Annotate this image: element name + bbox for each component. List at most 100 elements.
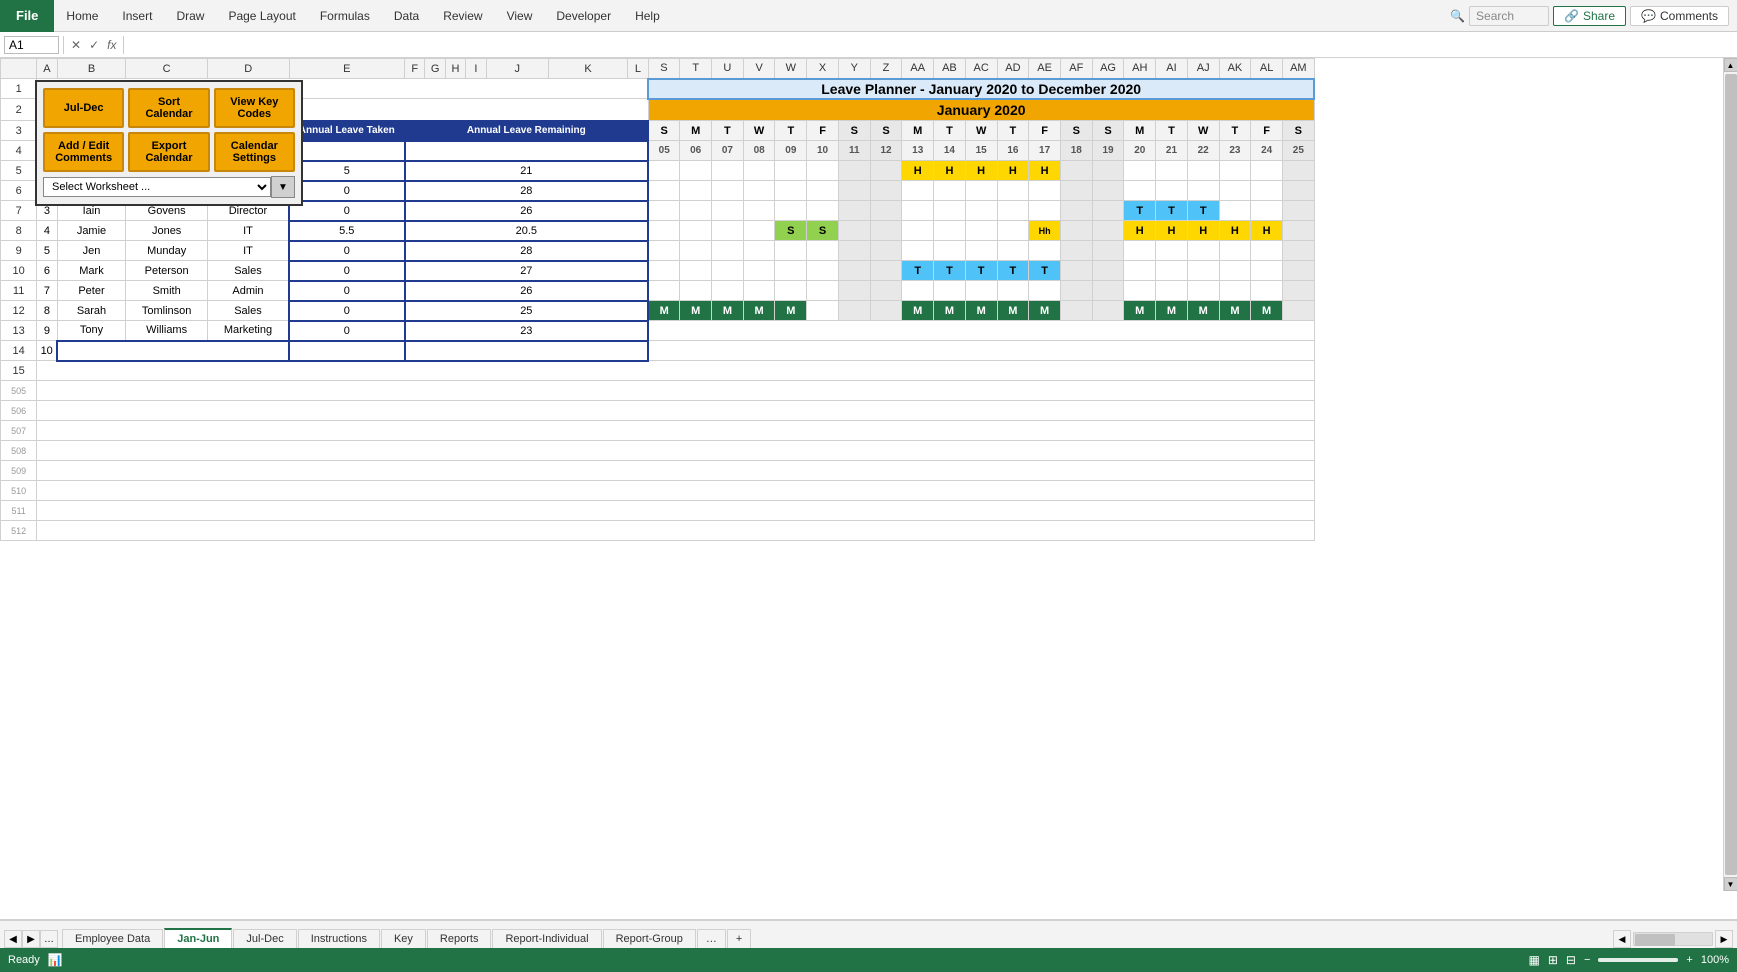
tab-data[interactable]: Data — [382, 0, 431, 32]
r8c20-H[interactable]: H — [1124, 221, 1156, 241]
tab-home[interactable]: Home — [54, 0, 110, 32]
r5c09[interactable] — [775, 161, 807, 181]
r12c09-M[interactable]: M — [775, 301, 807, 321]
r5c23[interactable] — [1219, 161, 1251, 181]
col-header-S1[interactable]: S — [648, 59, 680, 79]
scroll-up-arrow[interactable]: ▲ — [1724, 58, 1737, 72]
r12c06-M[interactable]: M — [680, 301, 712, 321]
confirm-formula-icon[interactable]: ✓ — [86, 38, 102, 52]
r8c21-H[interactable]: H — [1156, 221, 1188, 241]
worksheet-dropdown[interactable]: Select Worksheet ... — [43, 177, 271, 197]
tab-insert[interactable]: Insert — [110, 0, 164, 32]
col-header-AJ[interactable]: AJ — [1187, 59, 1219, 79]
r12c08-M[interactable]: M — [743, 301, 775, 321]
r5c21[interactable] — [1156, 161, 1188, 181]
col-header-K[interactable]: K — [548, 59, 627, 79]
col-header-I[interactable]: I — [466, 59, 486, 79]
r5c20[interactable] — [1124, 161, 1156, 181]
r12c13-M[interactable]: M — [902, 301, 934, 321]
view-key-codes-button[interactable]: View Key Codes — [214, 88, 295, 128]
dropdown-arrow-icon[interactable]: ▼ — [271, 176, 295, 198]
export-calendar-button[interactable]: Export Calendar — [128, 132, 209, 172]
r12c17-M[interactable]: M — [1029, 301, 1061, 321]
col-header-L[interactable]: L — [628, 59, 648, 79]
r5c17[interactable]: H — [1029, 161, 1061, 181]
r12c07-M[interactable]: M — [712, 301, 744, 321]
zoom-slider[interactable] — [1598, 958, 1678, 962]
share-button[interactable]: 🔗Share — [1553, 6, 1626, 26]
col-header-AF[interactable]: AF — [1060, 59, 1092, 79]
col-header-E[interactable]: E — [289, 59, 405, 79]
tab-key[interactable]: Key — [381, 929, 426, 948]
col-header-AI[interactable]: AI — [1156, 59, 1188, 79]
file-tab[interactable]: File — [0, 0, 54, 32]
r5c05[interactable] — [648, 161, 680, 181]
tab-formulas[interactable]: Formulas — [308, 0, 382, 32]
r12c15-M[interactable]: M — [965, 301, 997, 321]
col-header-AM[interactable]: AM — [1282, 59, 1314, 79]
r5c25[interactable] — [1282, 161, 1314, 181]
vertical-scrollbar[interactable]: ▲ ▼ — [1723, 58, 1737, 891]
tab-more-button[interactable]: … — [40, 930, 58, 948]
calendar-settings-button[interactable]: Calendar Settings — [214, 132, 295, 172]
col-header-AH[interactable]: AH — [1124, 59, 1156, 79]
r10c15-T[interactable]: T — [965, 261, 997, 281]
r8c09-S[interactable]: S — [775, 221, 807, 241]
scroll-thumb[interactable] — [1725, 74, 1737, 875]
r8c22-H[interactable]: H — [1187, 221, 1219, 241]
r5c24[interactable] — [1251, 161, 1283, 181]
r7c20-T[interactable]: T — [1124, 201, 1156, 221]
col-header-B[interactable]: B — [57, 59, 126, 79]
r12c14-M[interactable]: M — [934, 301, 966, 321]
col-header-U[interactable]: U — [712, 59, 744, 79]
tab-help[interactable]: Help — [623, 0, 672, 32]
r5c15[interactable]: H — [965, 161, 997, 181]
formula-input[interactable] — [128, 38, 1733, 52]
tab-developer[interactable]: Developer — [544, 0, 623, 32]
zoom-in-icon[interactable]: + — [1686, 954, 1692, 966]
tab-prev-button[interactable]: ◀ — [4, 930, 22, 948]
r10c14-T[interactable]: T — [934, 261, 966, 281]
r7c21-T[interactable]: T — [1156, 201, 1188, 221]
sheet-scrollbar-track[interactable] — [1633, 932, 1713, 946]
col-header-Y[interactable]: Y — [838, 59, 870, 79]
tab-instructions[interactable]: Instructions — [298, 929, 380, 948]
zoom-out-icon[interactable]: − — [1584, 954, 1590, 966]
col-header-Z[interactable]: Z — [870, 59, 902, 79]
tab-reports[interactable]: Reports — [427, 929, 492, 948]
r5c14[interactable]: H — [934, 161, 966, 181]
col-header-F[interactable]: F — [405, 59, 425, 79]
col-header-AK[interactable]: AK — [1219, 59, 1251, 79]
sort-calendar-button[interactable]: Sort Calendar — [128, 88, 209, 128]
r10c13-T[interactable]: T — [902, 261, 934, 281]
col-header-T1[interactable]: T — [680, 59, 712, 79]
col-header-V[interactable]: V — [743, 59, 775, 79]
r5c12[interactable] — [870, 161, 902, 181]
cell-reference[interactable] — [4, 36, 59, 54]
r5c18[interactable] — [1060, 161, 1092, 181]
r8c10-S[interactable]: S — [807, 221, 839, 241]
r7c22-T[interactable]: T — [1187, 201, 1219, 221]
tab-jan-jun[interactable]: Jan-Jun — [164, 928, 232, 948]
r12c23-M[interactable]: M — [1219, 301, 1251, 321]
scroll-down-arrow[interactable]: ▼ — [1724, 877, 1737, 891]
tab-pagelayout[interactable]: Page Layout — [216, 0, 307, 32]
col-header-AE[interactable]: AE — [1029, 59, 1061, 79]
col-header-J[interactable]: J — [486, 59, 548, 79]
layout-page-icon[interactable]: ⊞ — [1548, 953, 1558, 967]
add-edit-comments-button[interactable]: Add / Edit Comments — [43, 132, 124, 172]
col-header-AG[interactable]: AG — [1092, 59, 1124, 79]
col-header-AA[interactable]: AA — [902, 59, 934, 79]
r8c24-H[interactable]: H — [1251, 221, 1283, 241]
sheet-scroll-right[interactable]: ▶ — [1715, 930, 1733, 948]
col-header-C[interactable]: C — [126, 59, 208, 79]
r10c17-T[interactable]: T — [1029, 261, 1061, 281]
col-header-X[interactable]: X — [807, 59, 839, 79]
col-header-AC[interactable]: AC — [965, 59, 997, 79]
tab-report-individual[interactable]: Report-Individual — [492, 929, 601, 948]
col-header-A[interactable]: A — [37, 59, 57, 79]
layout-normal-icon[interactable]: ▦ — [1529, 953, 1540, 967]
tab-employee-data[interactable]: Employee Data — [62, 929, 163, 948]
r5c19[interactable] — [1092, 161, 1124, 181]
r10c16-T[interactable]: T — [997, 261, 1029, 281]
